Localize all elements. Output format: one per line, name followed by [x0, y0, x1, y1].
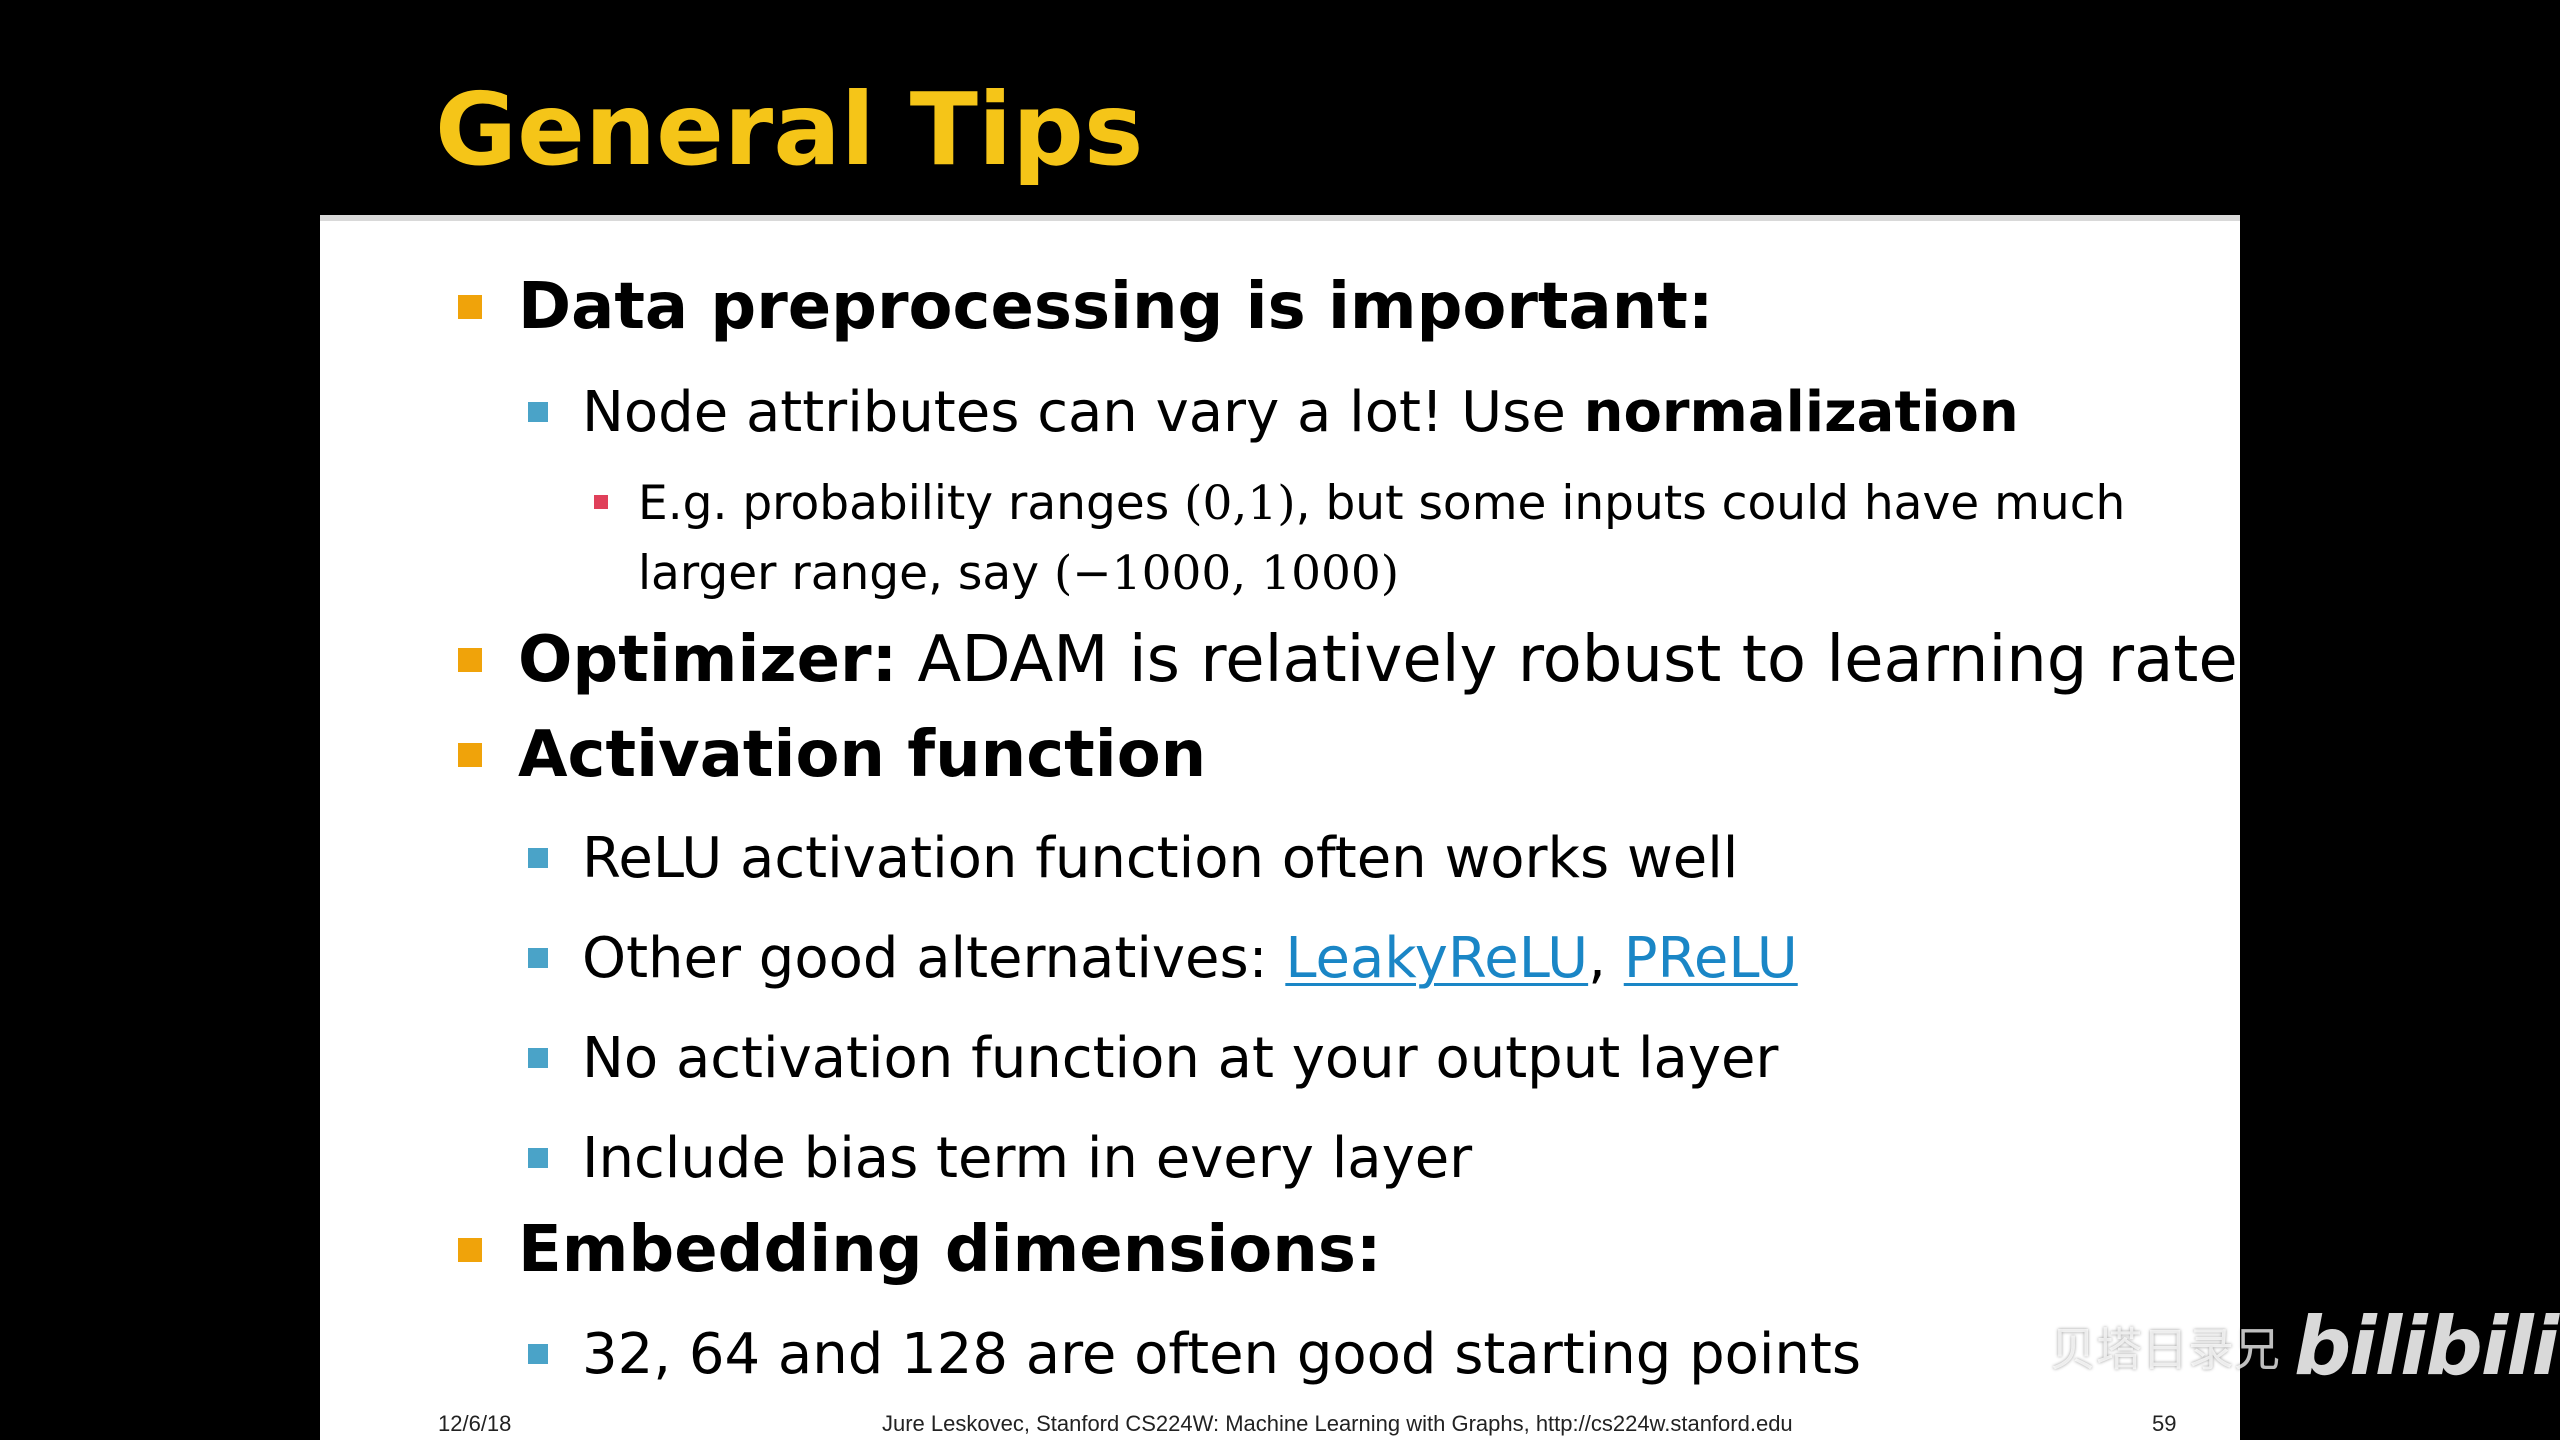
- optimizer-label: Optimizer:: [518, 623, 898, 697]
- sub-bullet-no-output-activation: No activation function at your output la…: [582, 1026, 1779, 1091]
- bilibili-logo: bilibili: [2294, 1300, 2559, 1393]
- bullet-square-icon: [528, 1148, 548, 1168]
- bullet-data-preprocessing: Data preprocessing is important:: [518, 270, 1714, 344]
- bullet-optimizer: Optimizer: ADAM is relatively robust to …: [518, 620, 2238, 700]
- normalization-text: Node attributes can vary a lot! Use: [582, 380, 1584, 445]
- example-line-2: larger range, say (−1000, 1000): [638, 543, 1399, 605]
- sub-bullet-alternatives: Other good alternatives: LeakyReLU, PReL…: [582, 924, 1798, 994]
- footer-credit: Jure Leskovec, Stanford CS224W: Machine …: [882, 1411, 1793, 1436]
- bullet-square-icon: [528, 402, 548, 422]
- alternatives-separator: ,: [1588, 926, 1624, 991]
- sub-bullet-bias-term: Include bias term in every layer: [582, 1126, 1473, 1191]
- watermark-uploader-text: 贝塔日录兄: [2050, 1322, 2280, 1377]
- bullet-square-icon: [458, 743, 482, 767]
- sub-bullet-dimensions: 32, 64 and 128 are often good starting p…: [582, 1322, 1862, 1387]
- bullet-square-icon: [528, 1048, 548, 1068]
- example-text-c: larger range, say: [638, 546, 1054, 601]
- example-text-b: , but some inputs could have much: [1295, 476, 2126, 531]
- prelu-link[interactable]: PReLU: [1624, 926, 1798, 991]
- bullet-embedding-dimensions: Embedding dimensions:: [518, 1213, 1382, 1287]
- bullet-square-icon: [458, 1238, 482, 1262]
- bullet-square-icon: [458, 648, 482, 672]
- example-line-1: E.g. probability ranges (0,1), but some …: [638, 473, 2125, 535]
- footer-date: 12/6/18: [438, 1411, 512, 1436]
- large-range-math: (−1000, 1000): [1053, 546, 1400, 601]
- bullet-activation-function: Activation function: [518, 718, 1207, 792]
- probability-range-math: (0,1): [1184, 476, 1296, 531]
- normalization-bold: normalization: [1583, 380, 2019, 445]
- leakyrelu-link[interactable]: LeakyReLU: [1285, 926, 1588, 991]
- slide-title: General Tips: [435, 71, 1144, 188]
- bullet-square-icon: [528, 948, 548, 968]
- optimizer-text: ADAM is relatively robust to learning ra…: [897, 623, 2238, 697]
- example-text-a: E.g. probability ranges: [638, 476, 1185, 531]
- alternatives-text: Other good alternatives:: [582, 926, 1286, 991]
- bullet-square-icon: [528, 848, 548, 868]
- footer-page-number: 59: [2152, 1411, 2177, 1436]
- bullet-square-icon: [458, 295, 482, 319]
- bilibili-watermark: 贝塔日录兄 bilibili: [2050, 1300, 2559, 1393]
- sub-bullet-normalization: Node attributes can vary a lot! Use norm…: [582, 378, 2019, 448]
- bullet-square-icon: [594, 495, 608, 509]
- sub-bullet-relu: ReLU activation function often works wel…: [582, 826, 1739, 891]
- bullet-square-icon: [528, 1344, 548, 1364]
